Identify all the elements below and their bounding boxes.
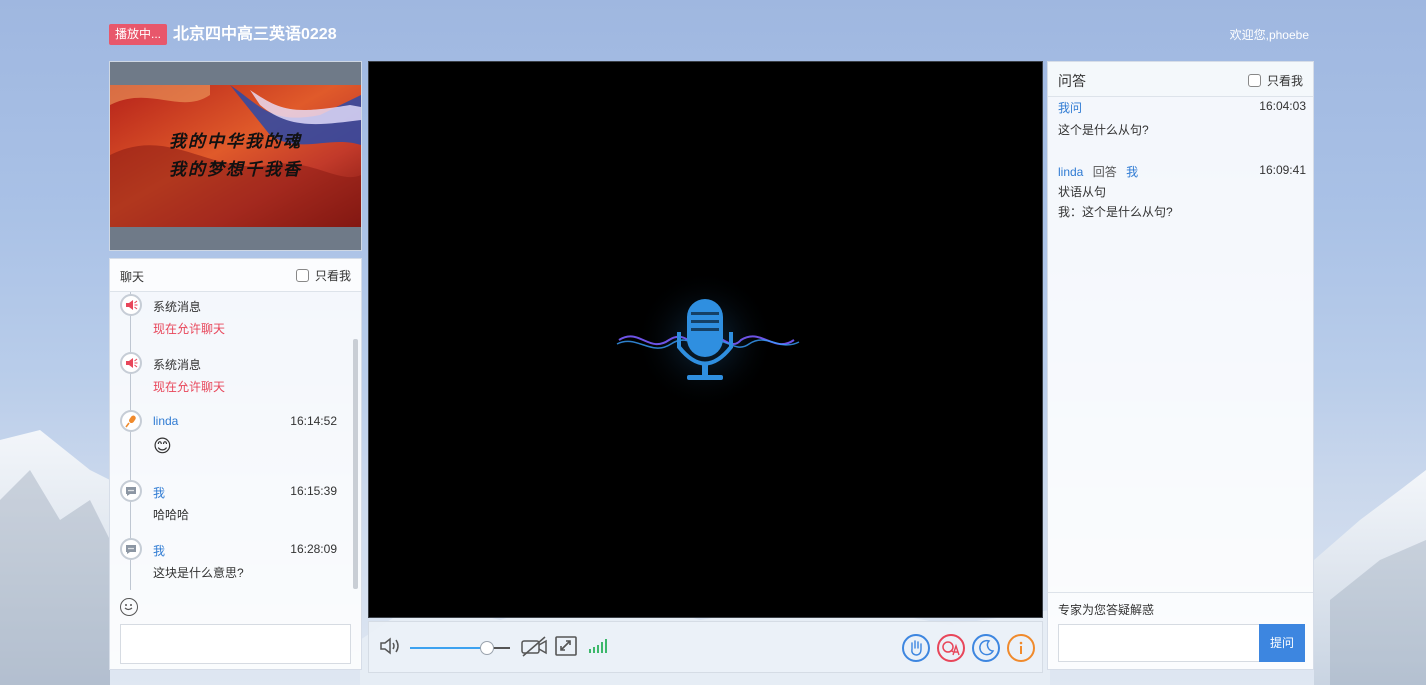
chat-only-me-checkbox[interactable] [295, 269, 309, 282]
qa-list[interactable]: 我问 16:04:03 这个是什么从句? linda 回答 我 16:09:41… [1048, 97, 1308, 587]
volume-fill [410, 647, 487, 649]
chat-bubble-icon [120, 538, 142, 560]
qa-answer-target: 我 [1126, 165, 1139, 179]
qa-asker: 我问 [1058, 101, 1083, 115]
volume-icon[interactable] [378, 634, 402, 661]
qa-panel: 问答 只看我 我问 16:04:03 这个是什么从句? linda 回答 我 1… [1047, 61, 1314, 670]
emoji-icon[interactable] [120, 598, 138, 616]
chat-time: 16:14:52 [290, 414, 337, 428]
qa-title: 问答 [1058, 73, 1086, 89]
speaker-icon [120, 294, 142, 316]
player-controls [368, 621, 1043, 673]
volume-knob[interactable] [480, 641, 494, 655]
qa-only-me-label: 只看我 [1266, 74, 1303, 88]
chat-message-text: 现在允许聊天 [153, 322, 226, 336]
live-status-badge: 播放中... [109, 24, 168, 45]
chat-header: 聊天 只看我 [110, 259, 361, 292]
qa-button[interactable] [937, 634, 965, 662]
top-header: 播放中... 北京四中高三英语0228 欢迎您,phoebe [109, 24, 1309, 46]
qa-answerer: linda [1058, 165, 1084, 179]
chat-sender: 系统消息 [153, 300, 202, 314]
qa-item: linda 回答 我 16:09:41 状语从句 我：这个是什么从句? [1058, 163, 1306, 221]
chat-message-text: 这块是什么意思? [153, 566, 244, 580]
chat-message-text: 哈哈哈 [153, 508, 190, 522]
qa-divider [1048, 592, 1313, 593]
teacher-mic-icon [120, 410, 142, 432]
chat-time: 16:28:09 [290, 542, 337, 556]
chat-time: 16:15:39 [290, 484, 337, 498]
qa-icon [942, 641, 960, 656]
qa-time: 16:09:41 [1259, 163, 1306, 177]
night-mode-button[interactable] [972, 634, 1000, 662]
room-title: 北京四中高三英语0228 [173, 26, 337, 43]
qa-time: 16:04:03 [1259, 99, 1306, 113]
chat-only-me-filter[interactable]: 只看我 [295, 267, 351, 284]
raise-hand-button[interactable] [902, 634, 930, 662]
qa-line: 状语从句 [1058, 185, 1107, 199]
qa-only-me-checkbox[interactable] [1247, 74, 1261, 87]
speaker-icon [120, 352, 142, 374]
audio-only-mic-icon [616, 270, 800, 410]
chat-only-me-label: 只看我 [314, 269, 351, 283]
video-player[interactable] [368, 61, 1043, 618]
slide-text-line-1: 我的中华我的魂 [169, 132, 302, 152]
qa-header: 问答 只看我 [1048, 62, 1313, 97]
chat-scrollbar[interactable] [353, 339, 358, 589]
question-input[interactable] [1058, 624, 1260, 662]
chat-panel: 聊天 只看我 系统消息 现在允许聊天 系统消息 现在允许聊天 linda 16:14:52… [109, 258, 362, 670]
volume-slider[interactable] [410, 641, 510, 655]
info-icon [1019, 641, 1023, 654]
fullscreen-icon[interactable] [554, 634, 578, 661]
welcome-user[interactable]: 欢迎您,phoebe [1230, 26, 1309, 44]
info-button[interactable] [1007, 634, 1035, 662]
chat-input[interactable] [120, 624, 351, 664]
qa-hint: 专家为您答疑解惑 [1058, 603, 1155, 617]
camera-off-icon[interactable] [520, 634, 548, 661]
moon-icon [979, 639, 995, 656]
chat-sender: linda [153, 414, 179, 428]
qa-answer-word: 回答 [1092, 165, 1117, 179]
ask-question-button[interactable]: 提问 [1259, 624, 1305, 662]
slide-image: 我的中华我的魂 我的梦想千我香 [110, 85, 361, 227]
signal-strength-icon [588, 638, 608, 657]
qa-line: 这个是什么从句? [1058, 123, 1149, 137]
slide-thumbnail[interactable]: 我的中华我的魂 我的梦想千我香 [109, 61, 362, 251]
chat-message-text: 现在允许聊天 [153, 380, 226, 394]
chat-sender: 系统消息 [153, 358, 202, 372]
chat-message-list[interactable]: 系统消息 现在允许聊天 系统消息 现在允许聊天 linda 16:14:52 😊 我 16:15… [110, 292, 350, 590]
slide-text-line-2: 我的梦想千我香 [169, 160, 302, 180]
chat-sender: 我 [153, 544, 166, 558]
chat-bubble-icon [120, 480, 142, 502]
chat-message-text: 😊 [153, 436, 172, 456]
chat-sender: 我 [153, 486, 166, 500]
qa-line: 我：这个是什么从句? [1058, 205, 1173, 219]
chat-title: 聊天 [120, 270, 145, 284]
hand-icon [911, 640, 922, 656]
qa-item: 我问 16:04:03 这个是什么从句? [1058, 99, 1306, 139]
qa-only-me-filter[interactable]: 只看我 [1247, 72, 1303, 89]
